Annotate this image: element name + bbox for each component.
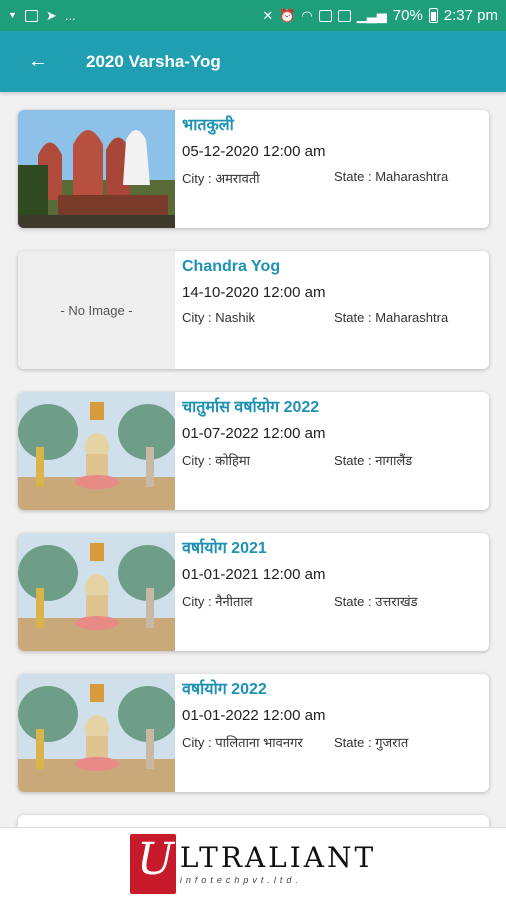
card-title: Chandra Yog xyxy=(182,258,281,275)
location-row: City : नैनीताल State : उत्तराखंड xyxy=(182,592,481,610)
card-city: City : नैनीताल xyxy=(182,594,253,609)
card-city: City : पालिताना भावनगर xyxy=(182,735,303,750)
status-right: ✕ ⏰ ◠ ▁▃▅ 70% 2:37 pm xyxy=(262,7,498,24)
alarm-icon: ⏰ xyxy=(279,8,296,23)
back-arrow-icon[interactable]: ← xyxy=(12,31,64,92)
card-city: City : कोहिमा xyxy=(182,453,250,468)
location-row: City : Nashik State : Maharashtra xyxy=(182,310,481,325)
card-info: चातुर्मास वर्षायोग 2022 01-07-2022 12:00… xyxy=(175,392,489,510)
card-date: 05-12-2020 12:00 am xyxy=(182,143,326,160)
logo-subtitle: infotechpvt.ltd. xyxy=(179,874,302,885)
status-time: 2:37 pm xyxy=(443,7,498,24)
card-state: State : उत्तराखंड xyxy=(334,594,418,609)
footer-banner: U LTRALIANT infotechpvt.ltd. xyxy=(0,827,506,900)
card-info: Chandra Yog 14-10-2020 12:00 am City : N… xyxy=(175,251,489,369)
card-date: 01-07-2022 12:00 am xyxy=(182,425,326,442)
card-date: 01-01-2022 12:00 am xyxy=(182,707,326,724)
location-row: City : पालिताना भावनगर State : गुजरात xyxy=(182,733,481,751)
card-state: State : नागालैंड xyxy=(334,453,413,468)
battery-icon xyxy=(428,8,438,23)
no-image-label: - No Image - xyxy=(60,302,133,318)
card-info: वर्षायोग 2022 01-01-2022 12:00 am City :… xyxy=(175,674,489,792)
list-item[interactable]: वर्षायोग 2022 01-01-2022 12:00 am City :… xyxy=(18,674,489,792)
lte-icon xyxy=(337,9,351,22)
image-icon xyxy=(24,9,38,22)
status-bar: ▼ ➤ ... ✕ ⏰ ◠ ▁▃▅ 70% 2:37 pm xyxy=(0,0,506,31)
app-bar: ← 2020 Varsha-Yog xyxy=(0,31,506,92)
card-title: भातकुली xyxy=(182,117,234,134)
card-title: वर्षायोग 2021 xyxy=(182,540,267,557)
card-state: State : Maharashtra xyxy=(334,310,449,325)
ultraliant-logo: U LTRALIANT infotechpvt.ltd. xyxy=(129,834,377,894)
card-info: भातकुली 05-12-2020 12:00 am City : अमराव… xyxy=(175,110,489,228)
list-item[interactable]: चातुर्मास वर्षायोग 2022 01-07-2022 12:00… xyxy=(18,392,489,510)
card-title: वर्षायोग 2022 xyxy=(182,681,267,698)
more-icon: ... xyxy=(64,8,76,23)
battery-percent: 70% xyxy=(392,7,423,24)
list-item[interactable]: - No Image - Chandra Yog 14-10-2020 12:0… xyxy=(18,251,489,369)
list-item-partial[interactable] xyxy=(18,815,489,827)
logo-word: LTRALIANT xyxy=(179,840,377,874)
tirthankar-painting-image xyxy=(18,392,175,510)
card-city: City : अमरावती xyxy=(182,171,260,186)
no-image-placeholder: - No Image - xyxy=(18,251,175,369)
list-item[interactable]: भातकुली 05-12-2020 12:00 am City : अमराव… xyxy=(18,110,489,228)
telegram-icon: ➤ xyxy=(45,8,57,23)
location-row: City : अमरावती State : Maharashtra xyxy=(182,169,481,187)
card-state: State : Maharashtra xyxy=(334,169,449,184)
logo-mark: U xyxy=(129,834,176,894)
list-item[interactable]: वर्षायोग 2021 01-01-2021 12:00 am City :… xyxy=(18,533,489,651)
card-date: 01-01-2021 12:00 am xyxy=(182,566,326,583)
tirthankar-painting-image xyxy=(18,533,175,651)
tirthankar-painting-image xyxy=(18,674,175,792)
temple-image xyxy=(18,110,175,228)
card-city: City : Nashik xyxy=(182,310,255,325)
signal-icon: ▁▃▅ xyxy=(356,8,387,23)
card-state: State : गुजरात xyxy=(334,735,409,750)
logo-text: LTRALIANT infotechpvt.ltd. xyxy=(179,840,377,885)
sim-icon xyxy=(318,9,332,22)
status-left: ▼ ➤ ... xyxy=(8,9,76,22)
wifi-icon: ◠ xyxy=(301,8,313,23)
mute-icon: ✕ xyxy=(262,8,274,23)
card-info: वर्षायोग 2021 01-01-2021 12:00 am City :… xyxy=(175,533,489,651)
location-row: City : कोहिमा State : नागालैंड xyxy=(182,451,481,469)
card-title: चातुर्मास वर्षायोग 2022 xyxy=(182,399,320,416)
card-date: 14-10-2020 12:00 am xyxy=(182,284,326,301)
kb-icon: ▼ xyxy=(8,10,17,20)
page-title: 2020 Varsha-Yog xyxy=(86,51,221,71)
varsha-yog-list[interactable]: भातकुली 05-12-2020 12:00 am City : अमराव… xyxy=(0,92,506,827)
